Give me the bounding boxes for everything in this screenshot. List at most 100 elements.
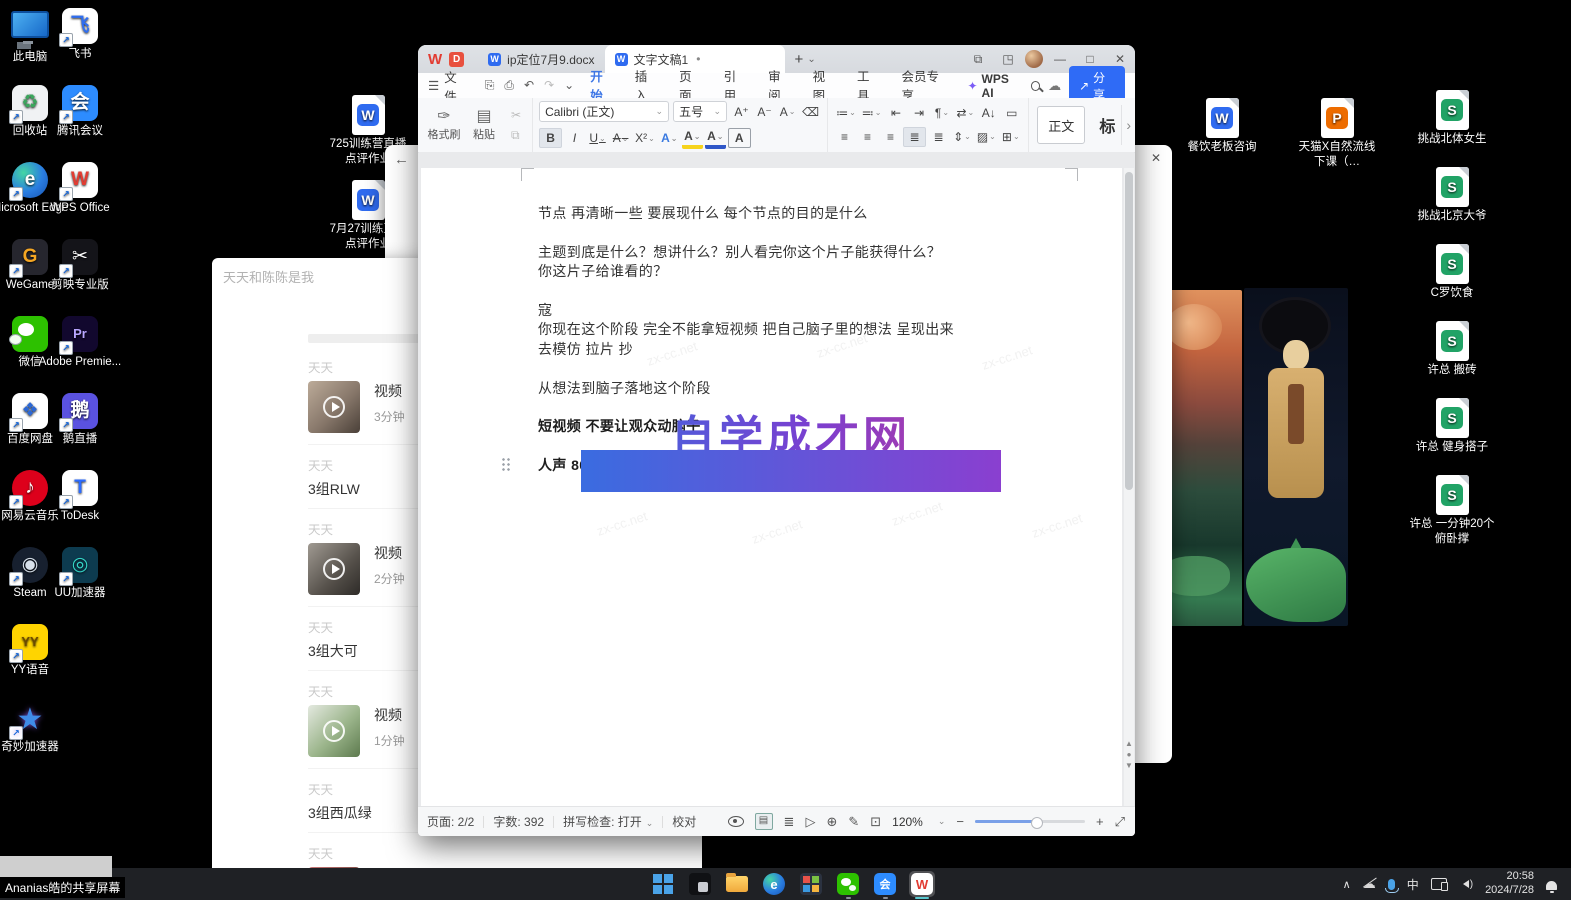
save-icon[interactable]: ⎘ <box>485 78 495 92</box>
start-button[interactable] <box>650 871 676 897</box>
cloud-off-icon[interactable]: ☁ <box>1363 876 1376 892</box>
bullets-icon[interactable]: ≔⌄ <box>834 104 858 122</box>
grow-font-icon[interactable]: A⁺ <box>731 103 752 121</box>
speaker-icon[interactable]: ) <box>1459 879 1473 890</box>
edge-browser-icon[interactable]: e <box>761 871 787 897</box>
zoom-slider[interactable] <box>975 820 1085 823</box>
phonetic-guide-button[interactable]: A⌄ <box>659 129 680 147</box>
underline-button[interactable]: U⌄ <box>587 129 608 147</box>
char-border-button[interactable]: A <box>728 128 751 148</box>
zoom-caret[interactable]: ⌄ <box>938 816 946 827</box>
play-slideshow-icon[interactable]: ▷ <box>805 814 815 830</box>
proofread-button[interactable]: 校对 <box>672 813 696 830</box>
font-color-button[interactable]: A⌄ <box>705 127 726 149</box>
numbering-icon[interactable]: ≕⌄ <box>860 104 884 122</box>
shading-icon[interactable]: ▨⌄ <box>975 128 998 146</box>
paste-button[interactable]: ▤ 粘贴 <box>464 108 504 142</box>
cut-icon[interactable]: ✂ <box>511 108 521 122</box>
desktop-icon-sheet-xuzong-jianshen[interactable]: S许总 健身搭子 <box>1408 398 1496 455</box>
format-painter-button[interactable]: ✑ 格式刷 <box>424 108 464 142</box>
text-effect-icon[interactable]: A⌄ <box>777 103 798 121</box>
task-view-icon[interactable] <box>687 871 713 897</box>
desktop-icon-todesk[interactable]: TToDesk <box>36 470 124 524</box>
ink-icon[interactable]: ✎ <box>848 814 859 830</box>
copy-icon[interactable]: ⧉ <box>511 128 521 143</box>
desktop-icon-qimiao-booster[interactable]: ★奇妙加速器 <box>0 701 74 755</box>
more-commands-icon[interactable]: ⌄ <box>564 78 574 92</box>
print-icon[interactable]: ⎙ <box>504 78 514 92</box>
zoom-in-button[interactable]: + <box>1096 814 1104 829</box>
sort-icon[interactable]: A↓ <box>978 104 999 122</box>
search-icon[interactable] <box>1031 81 1041 91</box>
taskbar-clock[interactable]: 20:58 2024/7/28 <box>1485 870 1534 898</box>
microsoft-store-icon[interactable] <box>798 871 824 897</box>
align-right-icon[interactable]: ≡ <box>880 128 901 146</box>
desktop-icon-yy-voice[interactable]: YYYY语音 <box>0 624 74 678</box>
style-normal[interactable]: 正文 <box>1037 106 1085 144</box>
outdent-icon[interactable]: ⇤ <box>885 104 906 122</box>
desktop-icon-e-live[interactable]: 鹅鹅直播 <box>36 393 124 447</box>
video-thumbnail[interactable] <box>308 381 360 433</box>
cloud-sync-icon[interactable]: ☁ <box>1048 78 1061 94</box>
docer-icon[interactable]: D <box>449 52 464 67</box>
page-nav-buttons[interactable]: ▲●▼ <box>1124 738 1134 771</box>
desktop-icon-sheet-xuzong-pushup[interactable]: S许总 一分钟20个俯卧撑 <box>1408 475 1496 547</box>
style-heading[interactable]: 标 <box>1099 113 1115 137</box>
desktop-icon-adobe-premiere[interactable]: PrAdobe Premie... <box>36 316 124 370</box>
shrink-font-icon[interactable]: A⁻ <box>754 103 775 121</box>
tencent-meeting-taskbar-icon[interactable]: 会 <box>872 871 898 897</box>
align-left-icon[interactable]: ≡ <box>834 128 855 146</box>
font-size-select[interactable]: 五号 ⌄ <box>673 101 727 122</box>
desktop-icon-ppt-tmall[interactable]: P天猫X自然流线下课（… <box>1293 98 1381 170</box>
web-view-icon[interactable]: ⊕ <box>826 814 837 830</box>
spellcheck-toggle[interactable]: 拼写检查: 打开⌄ <box>563 813 653 830</box>
document-page[interactable]: 节点 再清晰一些 要展现什么 每个节点的目的是什么 主题到底是什么？想讲什么？别… <box>421 168 1122 807</box>
close-icon[interactable]: ✕ <box>1151 151 1161 165</box>
video-thumbnail[interactable] <box>308 705 360 757</box>
outline-view-icon[interactable]: ≣ <box>784 814 795 830</box>
user-avatar[interactable] <box>1025 50 1043 68</box>
notification-bell-icon[interactable] <box>1546 881 1557 890</box>
stack-windows-icon[interactable]: ⧉ <box>963 52 993 67</box>
page-view-icon[interactable]: ▤ <box>755 813 773 830</box>
formatting-marks-icon[interactable]: ¶⌄ <box>931 104 952 122</box>
vertical-scrollbar[interactable] <box>1124 168 1134 807</box>
minimize-button[interactable]: — <box>1045 52 1075 66</box>
wps-taskbar-icon[interactable]: W <box>909 871 935 897</box>
microphone-icon[interactable] <box>1388 879 1395 890</box>
wps-logo-icon[interactable]: W <box>428 51 442 68</box>
align-center-icon[interactable]: ≡ <box>857 128 878 146</box>
desktop-icon-doc-restaurant[interactable]: W餐饮老板咨询 <box>1178 98 1266 155</box>
page-indicator[interactable]: 页面: 2/2 <box>427 813 474 830</box>
redo-icon[interactable]: ↷ <box>544 78 554 92</box>
strikethrough-button[interactable]: A⌄ <box>610 129 631 147</box>
desktop-icon-sheet-cristiano-diet[interactable]: SC罗饮食 <box>1408 244 1496 301</box>
close-window-button[interactable]: ✕ <box>1105 52 1135 66</box>
word-count[interactable]: 字数: 392 <box>493 813 544 830</box>
zoom-out-button[interactable]: − <box>956 814 964 829</box>
distribute-icon[interactable]: ≣ <box>928 128 949 146</box>
paragraph-drag-handle[interactable] <box>501 457 512 472</box>
desktop-icon-tencent-meeting[interactable]: 会腾讯会议 <box>36 85 124 139</box>
undo-icon[interactable]: ↶ <box>524 78 534 92</box>
line-spacing-icon[interactable]: ⇕⌄ <box>951 128 973 146</box>
desktop-icon-sheet-beiti-girl[interactable]: S挑战北体女生 <box>1408 90 1496 147</box>
indent-icon[interactable]: ⇥ <box>908 104 929 122</box>
desktop-icon-uu-booster[interactable]: ◎UU加速器 <box>36 547 124 601</box>
back-icon[interactable]: ← <box>394 151 409 168</box>
maximize-button[interactable]: □ <box>1075 52 1105 66</box>
superscript-button[interactable]: X²⌄ <box>633 129 657 147</box>
scrollbar-thumb[interactable] <box>1125 172 1133 490</box>
ruler-icon[interactable]: ▭ <box>1001 104 1022 122</box>
integration-icon[interactable]: ◳ <box>993 52 1023 66</box>
justify-icon[interactable]: ≣ <box>903 127 926 147</box>
tray-overflow-chevron[interactable]: ∧ <box>1343 878 1351 891</box>
file-explorer-icon[interactable] <box>724 871 750 897</box>
wps-ai-button[interactable]: ✦ WPS AI <box>967 72 1020 100</box>
text-direction-icon[interactable]: ⇄⌄ <box>954 104 976 122</box>
eye-protect-icon[interactable] <box>728 816 744 827</box>
video-thumbnail[interactable] <box>308 543 360 595</box>
italic-button[interactable]: I <box>564 129 585 147</box>
highlight-button[interactable]: A⌄ <box>682 127 703 149</box>
zoom-slider-knob[interactable] <box>1031 817 1043 829</box>
